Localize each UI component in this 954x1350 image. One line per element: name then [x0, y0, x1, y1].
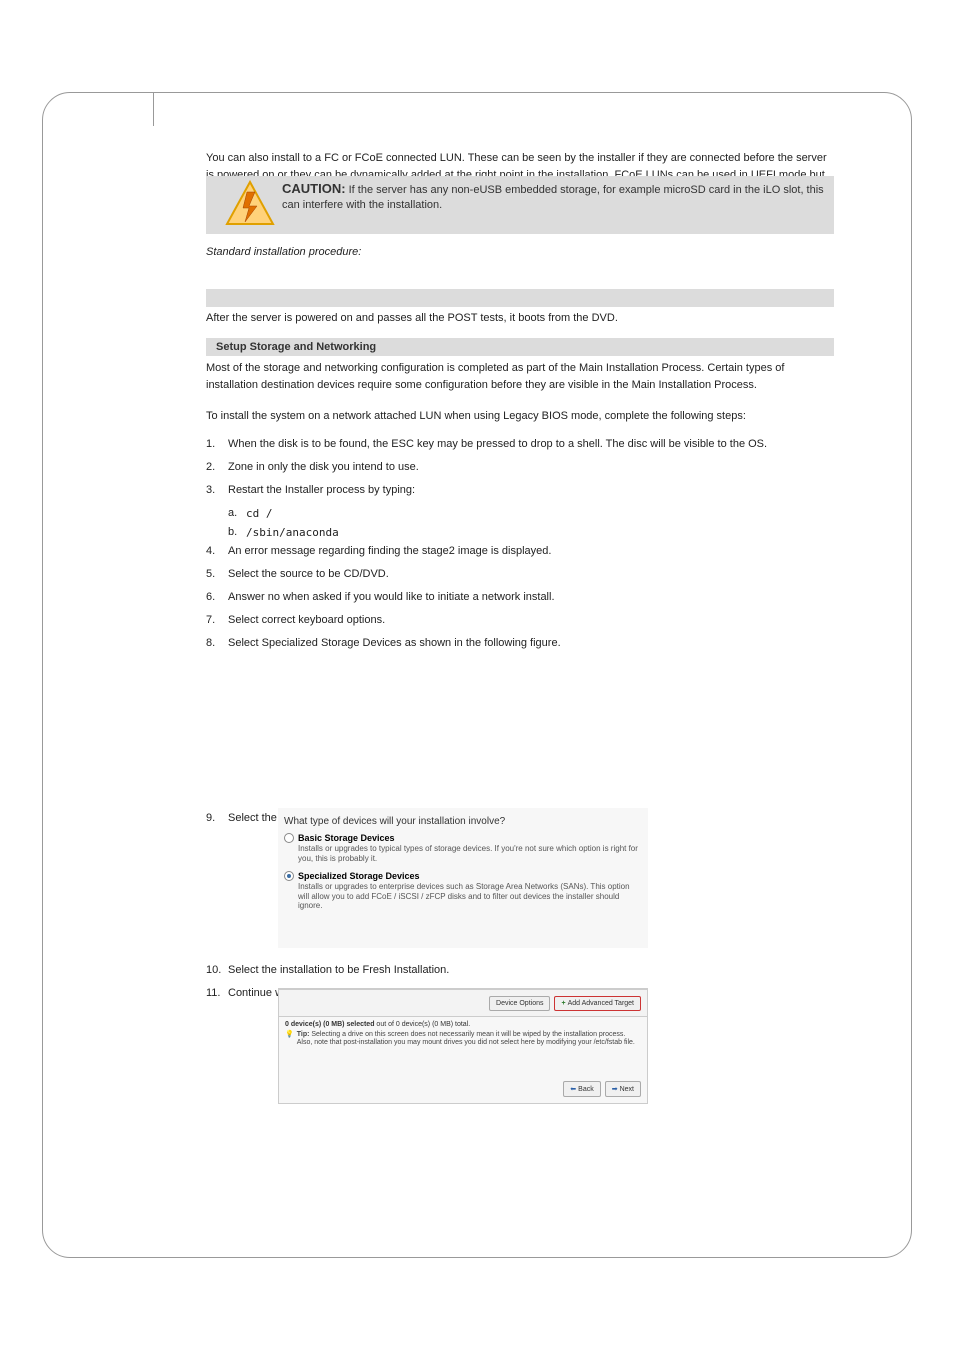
list-item: 2.Zone in only the disk you intend to us… — [206, 459, 834, 476]
device-options-label: Device Options — [496, 1000, 543, 1007]
list-item: 8.Select Specialized Storage Devices as … — [206, 635, 834, 652]
list-item-number: 9. — [206, 810, 228, 827]
back-arrow-icon: ⬅ — [570, 1085, 576, 1093]
figure-storage-type: What type of devices will your installat… — [278, 808, 648, 948]
fig2-footer: ⬅ Back ➡ Next — [563, 1081, 641, 1097]
list-item: 10.Select the installation to be Fresh I… — [206, 962, 834, 979]
list-subitem-text: cd / — [246, 505, 273, 522]
list-subitem: b./sbin/anaconda — [228, 524, 834, 541]
fig2-tip: 💡 Tip: Selecting a drive on this screen … — [285, 1031, 641, 1048]
section-heading: Setup Storage and Networking — [206, 338, 834, 356]
list-item-text: An error message regarding finding the s… — [228, 543, 551, 560]
caution-label: CAUTION: — [282, 181, 346, 196]
list-item: 7.Select correct keyboard options. — [206, 612, 834, 629]
fig2-body: 0 device(s) (0 MB) selected out of 0 dev… — [279, 1017, 647, 1052]
caution-icon — [225, 180, 275, 231]
fig1-opt2-desc: Installs or upgrades to enterprise devic… — [298, 882, 640, 911]
next-arrow-icon: ➡ — [612, 1085, 618, 1093]
list-item-text: Zone in only the disk you intend to use. — [228, 459, 419, 476]
next-button[interactable]: ➡ Next — [605, 1081, 641, 1097]
tip-text: Selecting a drive on this screen does no… — [297, 1031, 635, 1046]
back-label: Back — [578, 1086, 594, 1093]
fig1-opt2-title: Specialized Storage Devices — [298, 871, 640, 881]
gray-bar-1 — [206, 289, 834, 307]
list-item-number: 6. — [206, 589, 228, 606]
list-item-text: Restart the Installer process by typing: — [228, 482, 415, 499]
fig2-toolbar: Device Options + Add Advanced Target — [279, 989, 647, 1017]
list-subitem: a.cd / — [228, 505, 834, 522]
list-item-number: 7. — [206, 612, 228, 629]
fig1-opt1-desc: Installs or upgrades to typical types of… — [298, 844, 640, 863]
list-item-number: 10. — [206, 962, 228, 979]
fig1-title: What type of devices will your installat… — [278, 808, 648, 831]
list-item: 6.Answer no when asked if you would like… — [206, 589, 834, 606]
list-item-number: 1. — [206, 436, 228, 453]
list-item: 3.Restart the Installer process by typin… — [206, 482, 834, 499]
list-item-text: Select Specialized Storage Devices as sh… — [228, 635, 561, 652]
list-item-number: 11. — [206, 985, 228, 1002]
list-item: 4.An error message regarding finding the… — [206, 543, 834, 560]
body-4: Most of the storage and networking confi… — [206, 360, 834, 393]
radio-icon — [284, 833, 294, 843]
device-options-button[interactable]: Device Options — [489, 996, 550, 1011]
back-button[interactable]: ⬅ Back — [563, 1081, 600, 1097]
list-item-number: 8. — [206, 635, 228, 652]
radio-icon-selected — [284, 871, 294, 881]
list-item-text: Select the source to be CD/DVD. — [228, 566, 389, 583]
lightbulb-icon: 💡 — [285, 1031, 294, 1048]
list-subitem-label: a. — [228, 505, 246, 522]
fig1-option-specialized[interactable]: Specialized Storage Devices Installs or … — [278, 869, 648, 917]
body-3: After the server is powered on and passe… — [206, 310, 834, 327]
caution-body: If the server has any non-eUSB embedded … — [282, 184, 824, 211]
tip-label: Tip: — [297, 1031, 310, 1038]
list-item-text: When the disk is to be found, the ESC ke… — [228, 436, 767, 453]
next-label: Next — [620, 1086, 634, 1093]
list-subitem-label: b. — [228, 524, 246, 541]
fig1-option-basic[interactable]: Basic Storage Devices Installs or upgrad… — [278, 831, 648, 869]
body-5: To install the system on a network attac… — [206, 408, 834, 425]
list-item-text: Answer no when asked if you would like t… — [228, 589, 555, 606]
list-item-number: 5. — [206, 566, 228, 583]
procedure-title: Standard installation procedure: — [206, 244, 834, 261]
fig2-selected-bold: 0 device(s) (0 MB) selected — [285, 1021, 374, 1028]
fig1-opt1-title: Basic Storage Devices — [298, 833, 640, 843]
fig2-selected-tail: out of 0 device(s) (0 MB) total. — [374, 1021, 470, 1028]
list-item-text: Select the installation to be Fresh Inst… — [228, 962, 449, 979]
add-advanced-target-button[interactable]: + Add Advanced Target — [554, 996, 641, 1011]
list-subitem-text: /sbin/anaconda — [246, 524, 339, 541]
add-icon: + — [561, 1000, 565, 1007]
list-item: 1.When the disk is to be found, the ESC … — [206, 436, 834, 453]
list-item-text: Select correct keyboard options. — [228, 612, 385, 629]
list-item-number: 3. — [206, 482, 228, 499]
caution-banner: CAUTION: If the server has any non-eUSB … — [206, 176, 834, 234]
list-item: 5.Select the source to be CD/DVD. — [206, 566, 834, 583]
caution-text: CAUTION: If the server has any non-eUSB … — [282, 180, 824, 214]
add-advanced-label: Add Advanced Target — [568, 1000, 634, 1007]
figure-device-select: Device Options + Add Advanced Target 0 d… — [278, 988, 648, 1104]
list-item-number: 4. — [206, 543, 228, 560]
list-item-number: 2. — [206, 459, 228, 476]
